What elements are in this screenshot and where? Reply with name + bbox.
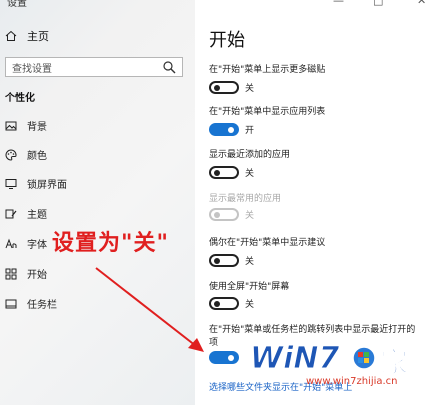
site-watermark-logo: WiN7 家 www.win7zhijia.cn: [250, 341, 409, 388]
settings-window: 设置 主页 查找设置 个性化 背景 颜色 锁屏界面 主题 字体 开始 任务栏 —…: [0, 0, 439, 405]
svg-text:www.win7zhijia.cn: www.win7zhijia.cn: [306, 376, 398, 387]
svg-text:家: 家: [380, 346, 408, 379]
annotation-text: 设置为"关": [52, 231, 169, 256]
svg-text:WiN7: WiN7: [250, 341, 339, 376]
